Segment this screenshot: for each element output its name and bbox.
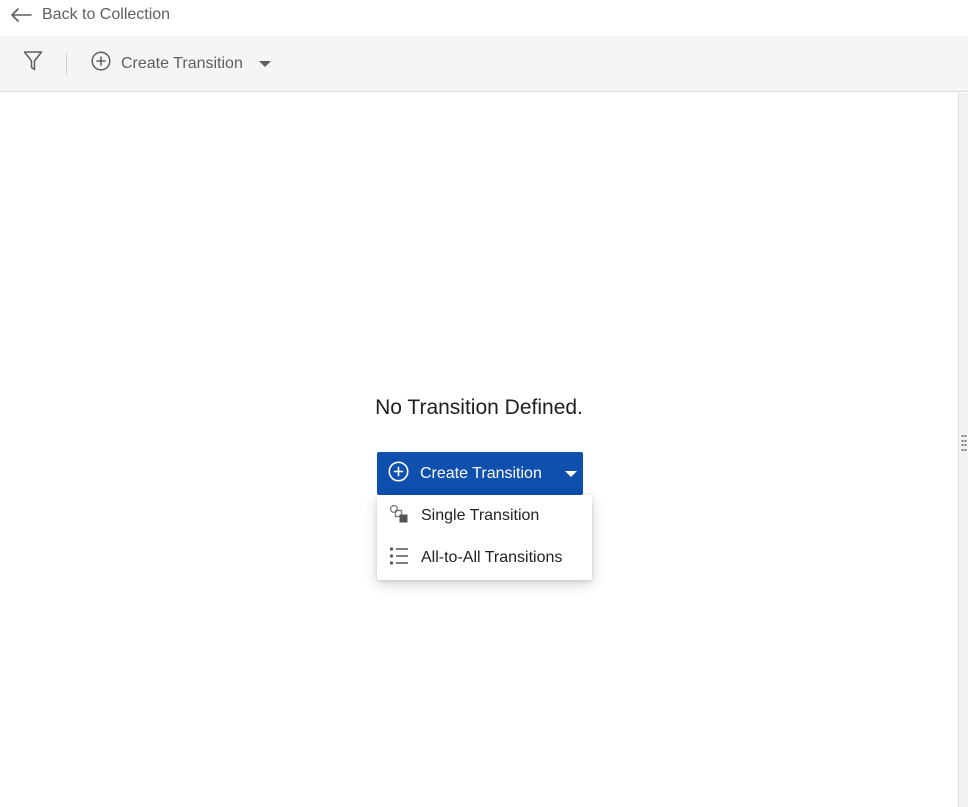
menu-item-all-to-all-transitions[interactable]: All-to-All Transitions [377, 537, 592, 579]
back-link-label: Back to Collection [42, 6, 171, 23]
back-to-collection-link[interactable]: Back to Collection [10, 6, 170, 24]
toolbar: Create Transition [0, 36, 968, 92]
menu-item-single-transition[interactable]: Single Transition [377, 495, 592, 537]
caret-down-icon [258, 55, 271, 73]
empty-state-message: No Transition Defined. [375, 396, 583, 419]
create-transition-button[interactable]: Create Transition [377, 452, 583, 495]
menu-item-label: All-to-All Transitions [421, 549, 563, 566]
plus-circle-icon [388, 461, 409, 487]
toolbar-create-transition-button[interactable]: Create Transition [67, 36, 271, 92]
filter-button[interactable] [0, 36, 66, 92]
list-icon [389, 546, 409, 571]
toolbar-create-transition-label: Create Transition [121, 54, 243, 72]
arrow-left-icon [10, 7, 32, 23]
create-transition-label: Create Transition [420, 464, 542, 482]
single-transition-icon [389, 504, 409, 529]
main-content [0, 93, 958, 807]
plus-circle-icon [91, 51, 111, 76]
caret-down-icon [564, 465, 577, 483]
top-bar: Back to Collection [0, 0, 968, 30]
filter-icon [23, 50, 43, 77]
resize-grip-icon[interactable] [961, 435, 967, 451]
create-transition-menu: Single Transition All-to-All Transitions [377, 495, 592, 580]
menu-item-label: Single Transition [421, 507, 540, 524]
